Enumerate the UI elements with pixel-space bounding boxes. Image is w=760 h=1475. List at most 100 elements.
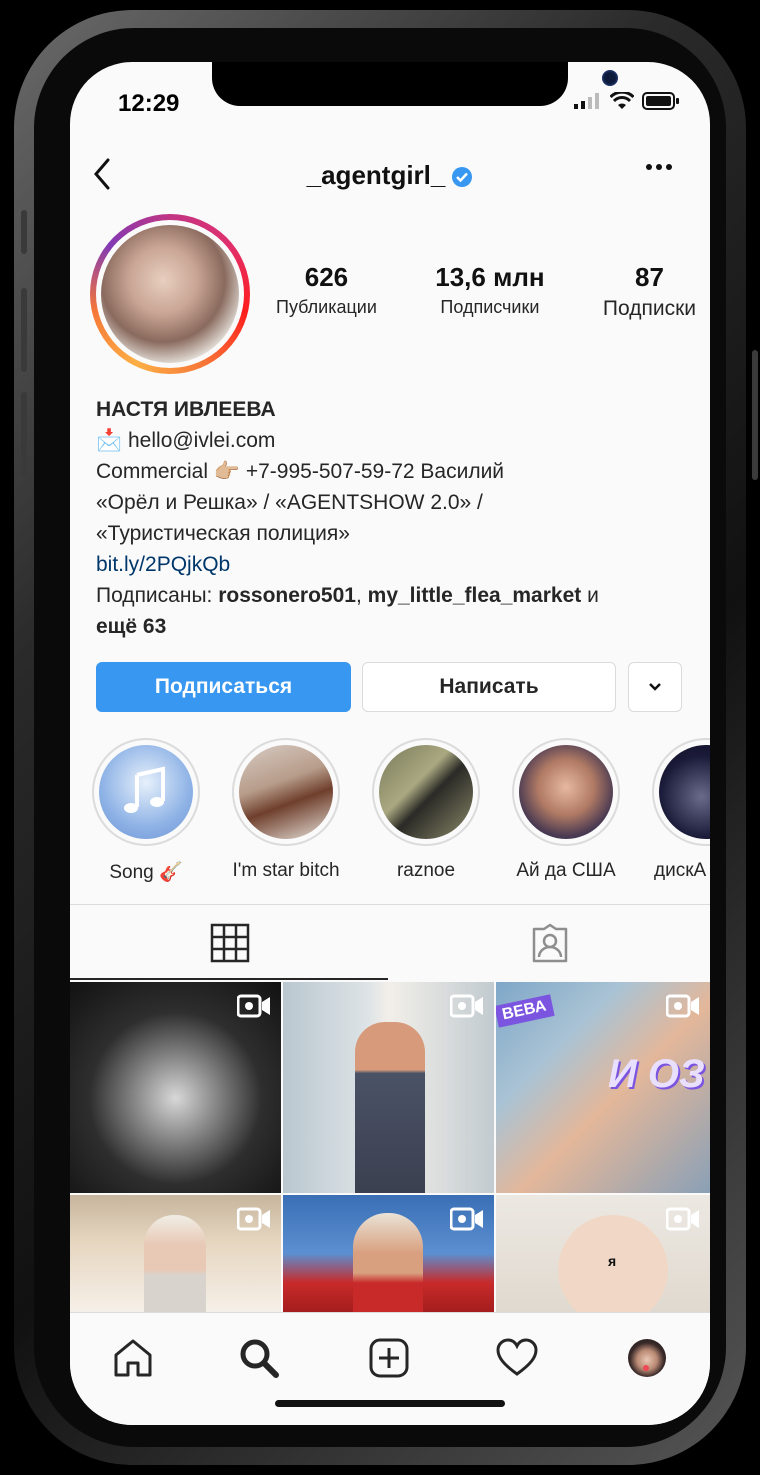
- signal-icon: [574, 93, 599, 109]
- search-icon: [240, 1339, 279, 1378]
- envelope-emoji: 📩: [96, 429, 123, 452]
- tagged-icon: [532, 923, 568, 963]
- tab-tagged[interactable]: [390, 905, 710, 981]
- power-button: [752, 350, 758, 480]
- volume-down-button: [21, 392, 27, 476]
- bio-phone: +7-995-507-59-72 Василий: [245, 460, 505, 483]
- profile-avatar[interactable]: [90, 214, 250, 374]
- stat-label: Публикации: [276, 297, 377, 317]
- posts-grid: ВЕВА И ОЗ я: [70, 982, 710, 1312]
- thumb-figure: [355, 1022, 425, 1193]
- music-note-icon: [124, 766, 165, 813]
- stat-following[interactable]: 87 Подписки: [603, 262, 696, 321]
- camera-icon: [602, 70, 618, 86]
- chevron-down-icon: [649, 683, 661, 691]
- post-thumbnail[interactable]: ВЕВА И ОЗ: [496, 982, 710, 1193]
- add-icon: [369, 1338, 409, 1378]
- bottom-navigation: [70, 1312, 710, 1425]
- video-icon: [666, 994, 699, 1018]
- stat-value: 13,6 млн: [435, 262, 545, 292]
- stat-value: 87: [634, 262, 664, 292]
- post-thumbnail[interactable]: [283, 1195, 494, 1312]
- followed-by-prefix: Подписаны:: [96, 584, 213, 607]
- volume-up-button: [21, 288, 27, 372]
- nav-home[interactable]: [108, 1333, 158, 1383]
- stat-value: 626: [304, 262, 349, 292]
- highlight-item[interactable]: Song 🎸: [86, 738, 206, 884]
- post-thumbnail[interactable]: [70, 982, 281, 1193]
- tab-posts-grid[interactable]: [70, 905, 390, 981]
- post-thumbnail[interactable]: [70, 1195, 281, 1312]
- followed-user-2: my_little_flea_market: [367, 584, 582, 607]
- highlight-image: [99, 745, 193, 839]
- profile-actions: Подписаться Написать: [96, 662, 682, 712]
- suggestions-button[interactable]: [628, 662, 682, 712]
- post-thumbnail[interactable]: [283, 982, 494, 1193]
- status-icons: [574, 92, 680, 110]
- stat-posts[interactable]: 626 Публикации: [276, 262, 377, 321]
- bio-email-line: 📩 hello@ivlei.com: [96, 425, 692, 456]
- highlight-item[interactable]: Ай да США: [506, 738, 626, 882]
- thumb-text: И ОЗ: [608, 1052, 705, 1096]
- followed-more-line: ещё 63: [96, 611, 692, 642]
- highlight-image: [659, 745, 710, 839]
- home-indicator[interactable]: [275, 1400, 505, 1407]
- battery-icon: [642, 92, 679, 110]
- full-name: НАСТЯ ИВЛЕЕВА: [96, 398, 276, 421]
- verified-icon: [452, 167, 473, 188]
- followed-by[interactable]: Подписаны: rossonero501, my_little_flea_…: [96, 580, 692, 611]
- highlight-label: I'm star bitch: [232, 860, 340, 881]
- bio-shows-line: «Орёл и Решка» / «AGENTSHOW 2.0» /: [96, 491, 483, 514]
- follow-button[interactable]: Подписаться: [96, 662, 351, 712]
- highlight-label: дискА: [654, 860, 707, 881]
- notch: [212, 62, 618, 106]
- grid-icon: [210, 923, 250, 963]
- post-thumbnail[interactable]: я: [496, 1195, 710, 1312]
- video-icon: [237, 1207, 270, 1231]
- highlight-label: Song 🎸: [109, 862, 183, 883]
- active-tab-indicator: [70, 978, 388, 980]
- video-icon: [450, 1207, 483, 1231]
- more-button[interactable]: [644, 152, 674, 190]
- pointing-emoji: 👉🏼: [213, 460, 241, 483]
- profile-stats: 626 Публикации 13,6 млн Подписчики 87 По…: [276, 262, 696, 321]
- followed-and: и: [587, 584, 599, 607]
- profile-bio: НАСТЯ ИВЛЕЕВА 📩 hello@ivlei.com Commerci…: [96, 394, 692, 642]
- followed-user-1: rossonero501: [218, 584, 356, 607]
- username-title: _agentgirl_: [70, 160, 710, 191]
- thumb-figure: [144, 1215, 206, 1312]
- heart-icon: [496, 1338, 538, 1376]
- highlight-item[interactable]: raznoe: [366, 738, 486, 882]
- nav-search[interactable]: [234, 1333, 284, 1383]
- avatar-image: [101, 225, 239, 363]
- video-icon: [237, 994, 270, 1018]
- bio-commercial-line: Commercial 👉🏼 +7-995-507-59-72 Василий: [96, 456, 692, 487]
- highlight-image: [519, 745, 613, 839]
- profile-header: _agentgirl_: [70, 150, 710, 200]
- profile-avatar-small: [628, 1339, 666, 1377]
- avatar-inner: [96, 220, 244, 368]
- stat-label: Подписчики: [440, 297, 540, 317]
- highlight-item[interactable]: I'm star bitch: [226, 738, 346, 882]
- nav-add[interactable]: [364, 1333, 414, 1383]
- nav-profile[interactable]: [622, 1333, 672, 1383]
- stat-followers[interactable]: 13,6 млн Подписчики: [435, 262, 544, 321]
- silent-switch: [21, 210, 27, 254]
- highlight-ring: [652, 738, 710, 846]
- bio-shows-line-2: «Туристическая полиция»: [96, 522, 350, 545]
- username: _agentgirl_: [306, 160, 446, 190]
- notification-dot: [643, 1365, 649, 1371]
- highlight-label: raznoe: [396, 860, 456, 881]
- followed-more[interactable]: ещё 63: [96, 615, 166, 638]
- highlight-ring: [92, 738, 200, 846]
- highlight-image: [239, 745, 333, 839]
- followed-separator: ,: [355, 584, 362, 607]
- highlight-label: Ай да США: [516, 860, 616, 881]
- profile-tabs: [70, 905, 710, 981]
- message-button[interactable]: Написать: [362, 662, 616, 712]
- highlight-item[interactable]: дискА: [646, 738, 710, 882]
- highlight-ring: [232, 738, 340, 846]
- nav-activity[interactable]: [492, 1333, 542, 1383]
- bio-link[interactable]: bit.ly/2PQjkQb: [96, 549, 692, 580]
- home-icon: [114, 1339, 152, 1377]
